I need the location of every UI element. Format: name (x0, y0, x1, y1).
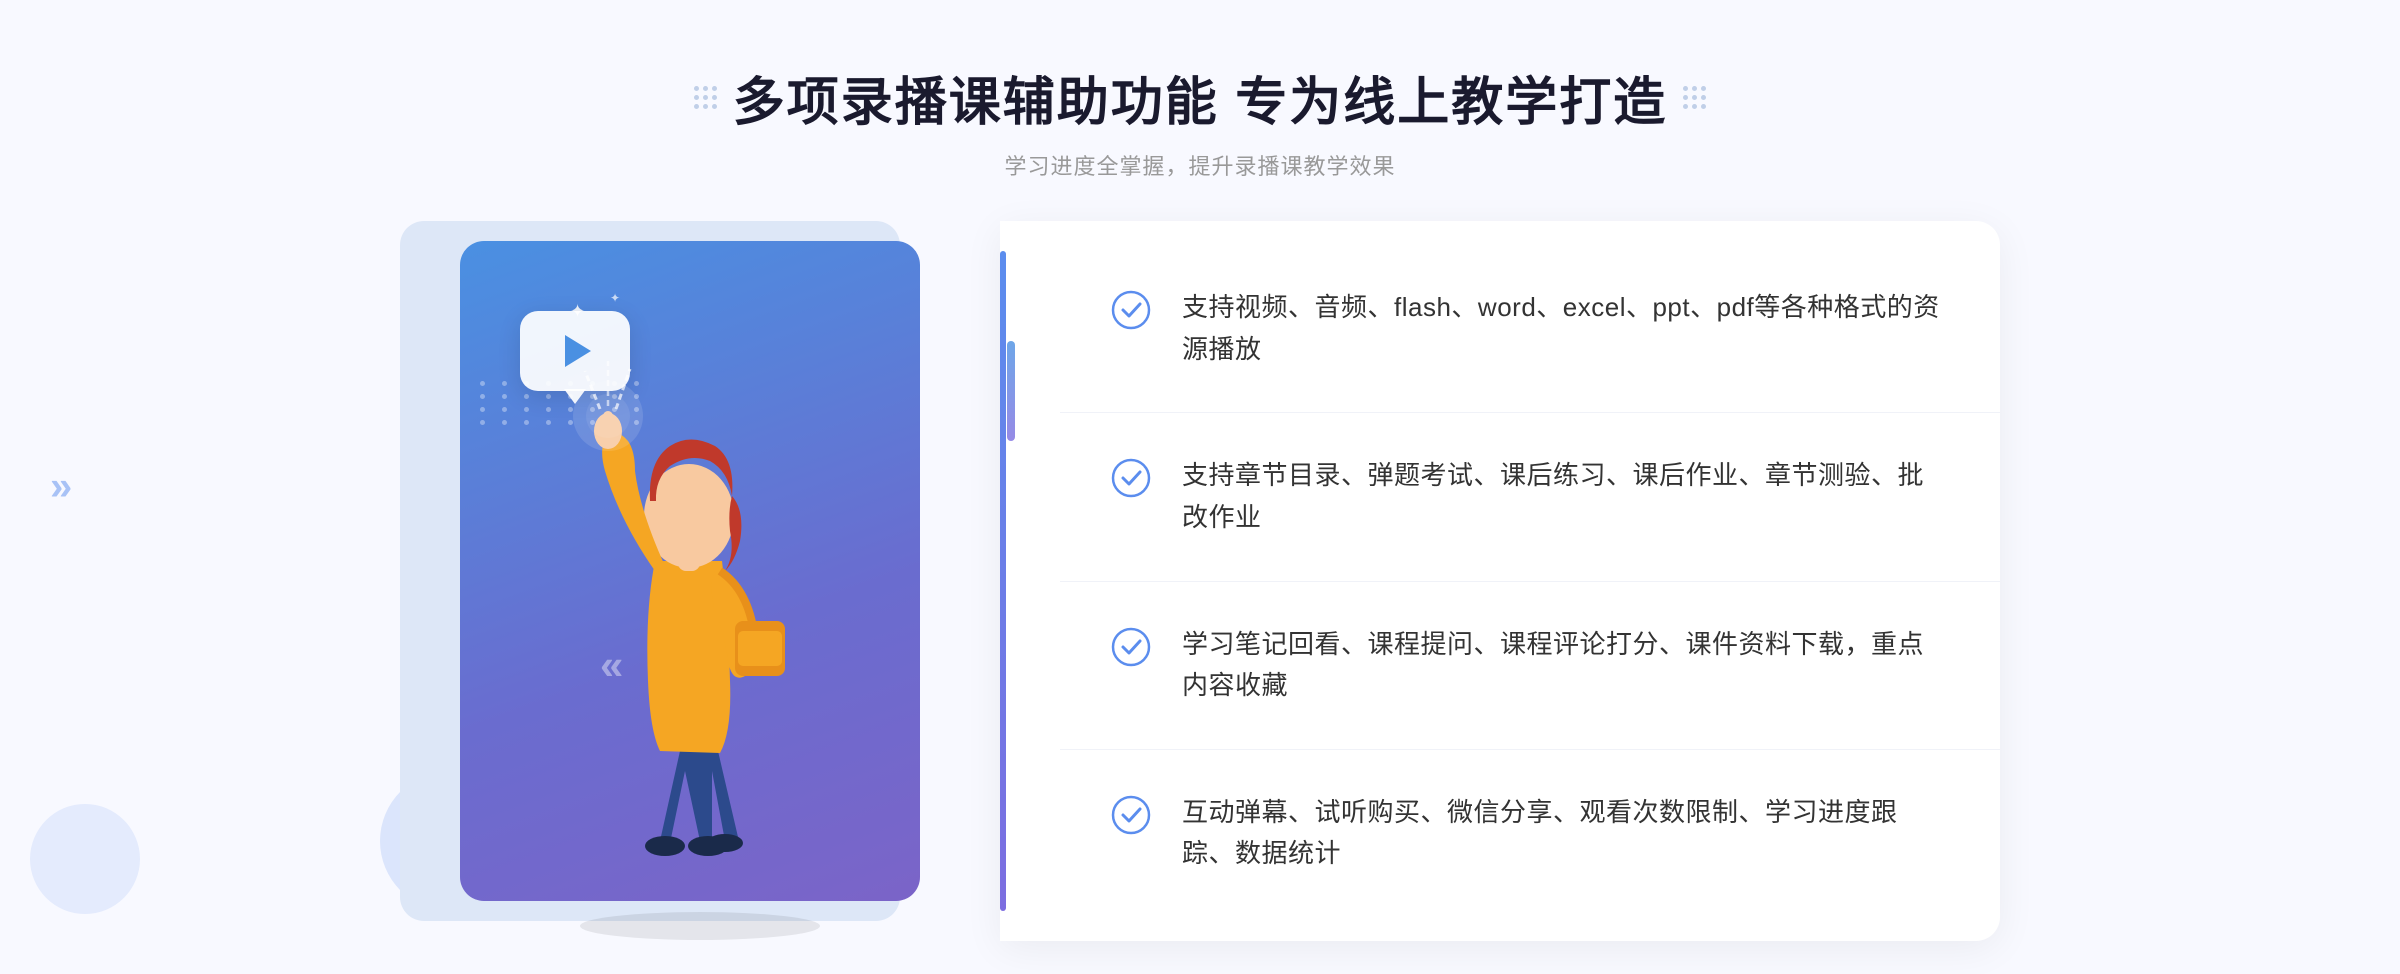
person-illustration (460, 261, 940, 941)
right-dots-decoration (1683, 86, 1706, 109)
feature-item-3: 学习笔记回看、课程提问、课程评论打分、课件资料下载，重点内容收藏 (1060, 582, 2000, 750)
stripe-decoration (1007, 341, 1015, 441)
page-title: 多项录播课辅助功能 专为线上教学打造 (733, 60, 1667, 135)
feature-text-1: 支持视频、音频、flash、word、excel、ppt、pdf等各种格式的资源… (1182, 287, 1940, 370)
check-icon-2 (1110, 457, 1152, 499)
feature-item-1: 支持视频、音频、flash、word、excel、ppt、pdf等各种格式的资源… (1060, 245, 2000, 413)
feature-text-3: 学习笔记回看、课程提问、课程评论打分、课件资料下载，重点内容收藏 (1182, 624, 1940, 707)
page-wrapper: // Dots grid - handled inline » (0, 0, 2400, 974)
blue-accent-bar (1000, 251, 1006, 911)
feature-panel-wrapper: 支持视频、音频、flash、word、excel、ppt、pdf等各种格式的资源… (1000, 221, 2000, 941)
feature-item-4: 互动弹幕、试听购买、微信分享、观看次数限制、学习进度跟踪、数据统计 (1060, 750, 2000, 917)
left-dots-decoration (694, 86, 717, 109)
check-icon-1 (1110, 289, 1152, 331)
feature-text-2: 支持章节目录、弹题考试、课后练习、课后作业、章节测验、批改作业 (1182, 455, 1940, 538)
illustration-panel: ✦ ✦ « (400, 221, 1000, 941)
title-with-decorations: 多项录播课辅助功能 专为线上教学打造 (694, 60, 1706, 135)
main-content: ✦ ✦ « (400, 221, 2000, 941)
header-section: 多项录播课辅助功能 专为线上教学打造 学习进度全掌握，提升录播课教学效果 (694, 0, 1706, 181)
left-chevron-decoration: » (50, 465, 72, 510)
feature-text-4: 互动弹幕、试听购买、微信分享、观看次数限制、学习进度跟踪、数据统计 (1182, 792, 1940, 875)
feature-list-panel: 支持视频、音频、flash、word、excel、ppt、pdf等各种格式的资源… (1000, 221, 2000, 941)
page-subtitle: 学习进度全掌握，提升录播课教学效果 (694, 149, 1706, 181)
check-icon-3 (1110, 626, 1152, 668)
feature-item-2: 支持章节目录、弹题考试、课后练习、课后作业、章节测验、批改作业 (1060, 413, 2000, 581)
check-icon-4 (1110, 794, 1152, 836)
